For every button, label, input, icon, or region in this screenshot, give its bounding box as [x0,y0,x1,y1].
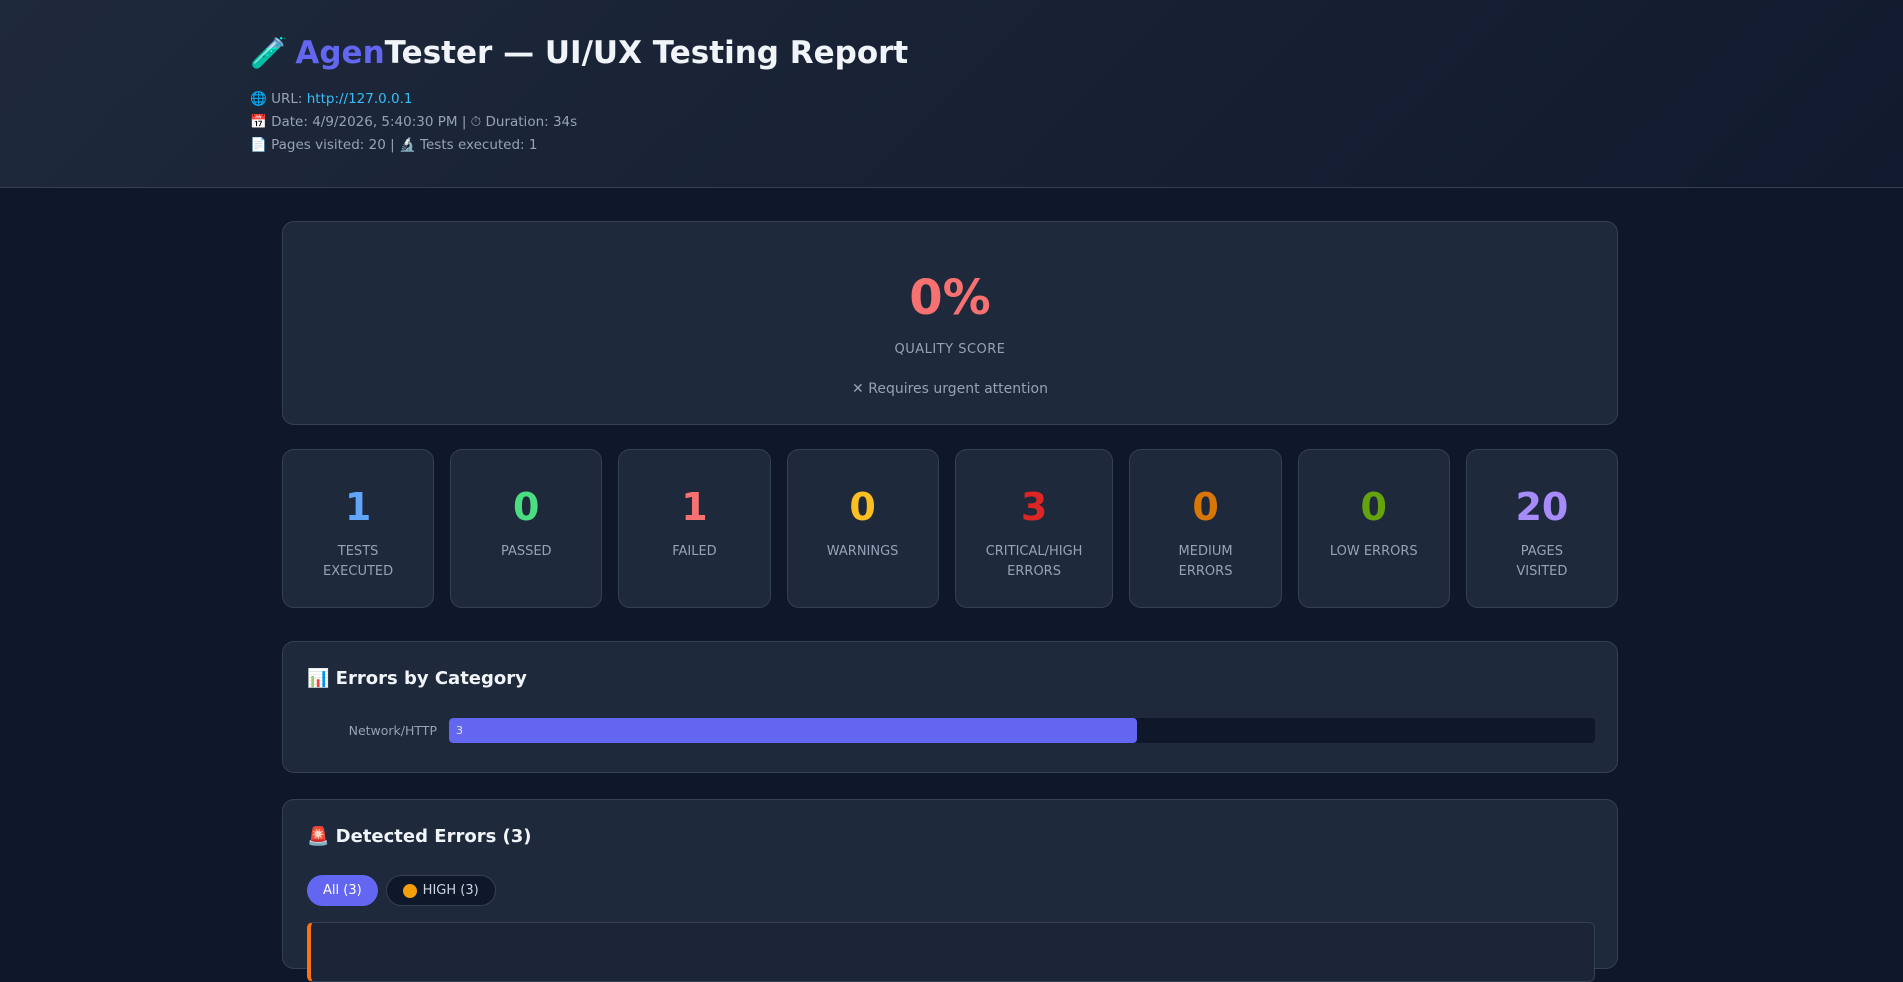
stat-value: 0 [513,485,540,529]
stat-tests-executed: 1 Tests executed [282,449,435,608]
quality-score-label: QUALITY SCORE [894,342,1006,357]
category-bar-track: 3 [449,717,1595,743]
filter-all-chip[interactable]: All (3) [307,875,378,906]
header-content: 🧪 AgenTester — UI/UX Testing Report 🌐 URL… [250,32,908,157]
stat-critical-high-errors: 3 Critical/High errors [954,449,1114,608]
stat-label: Tests executed [323,544,394,579]
stat-pages-visited: 20 Pages visited [1465,449,1618,608]
stat-failed: 1 Failed [618,449,771,608]
stat-label: Pages visited [1516,544,1568,579]
stat-value: 1 [344,485,372,529]
error-filters: All (3) HIGH (3) [307,875,496,906]
report-meta: 🌐 URL: http://127.0.0.1 📅 Date: 4/9/2026… [250,88,908,157]
stat-medium-errors: 0 Medium errors [1129,449,1282,608]
errors-by-category-card: 📊 Errors by Category Network/HTTP 3 [282,641,1618,773]
test-tube-icon: 🧪 [250,36,288,71]
filter-high-label: HIGH (3) [422,883,479,898]
detected-errors-card: 🚨 Detected Errors (3) All (3) HIGH (3) [282,799,1618,982]
orange-circle-icon [402,883,417,898]
stat-value: 1 [681,485,708,529]
filter-all-label: All (3) [323,883,362,898]
stat-value: 20 [1515,485,1569,529]
stats-row: 1 Tests executed 0 Passed 1 Failed 0 War… [282,449,1618,608]
date-line: 📅 Date: 4/9/2026, 5:40:30 PM | ⏱ Duratio… [250,114,578,130]
quality-score-value: 0% [909,270,991,326]
report-header: 🧪 AgenTester — UI/UX Testing Report 🌐 URL… [0,0,1903,188]
page-title: 🧪 AgenTester — UI/UX Testing Report [250,32,908,75]
filter-high-chip[interactable]: HIGH (3) [385,875,496,906]
url-label: 🌐 URL: [250,91,307,107]
stat-passed: 0 Passed [450,449,603,608]
title-accent: Agen [295,35,385,71]
detected-errors-title: 🚨 Detected Errors (3) [307,826,532,847]
quality-score-note: ✕ Requires urgent attention [852,381,1048,397]
stat-value: 0 [1192,485,1219,529]
pages-line: 📄 Pages visited: 20 | 🔬 Tests executed: … [250,137,538,153]
url-line: 🌐 URL: http://127.0.0.1 [250,88,908,111]
stat-label: Critical/High errors [985,544,1083,579]
category-label: Network/HTTP [348,722,437,738]
category-bar-fill [449,717,1137,743]
stat-warnings: 0 Warnings [786,449,939,608]
category-bar-row: Network/HTTP 3 [307,717,1595,743]
stat-label: Passed [500,544,552,559]
url-link[interactable]: http://127.0.0.1 [307,91,413,107]
stat-low-errors: 0 Low errors [1297,449,1450,608]
error-item[interactable] [307,922,1595,982]
stat-value: 3 [1020,485,1048,529]
stat-label: Low errors [1329,544,1418,559]
category-bar-value: 3 [456,723,463,737]
stat-value: 0 [849,485,876,529]
title-rest: Tester — UI/UX Testing Report [384,35,909,71]
quality-score-card: 0% QUALITY SCORE ✕ Requires urgent atten… [282,221,1618,425]
stat-value: 0 [1360,485,1387,529]
stat-label: Failed [672,544,717,559]
stat-label: Warnings [826,544,899,559]
stat-label: Medium errors [1178,544,1233,579]
errors-by-category-title: 📊 Errors by Category [307,668,527,689]
